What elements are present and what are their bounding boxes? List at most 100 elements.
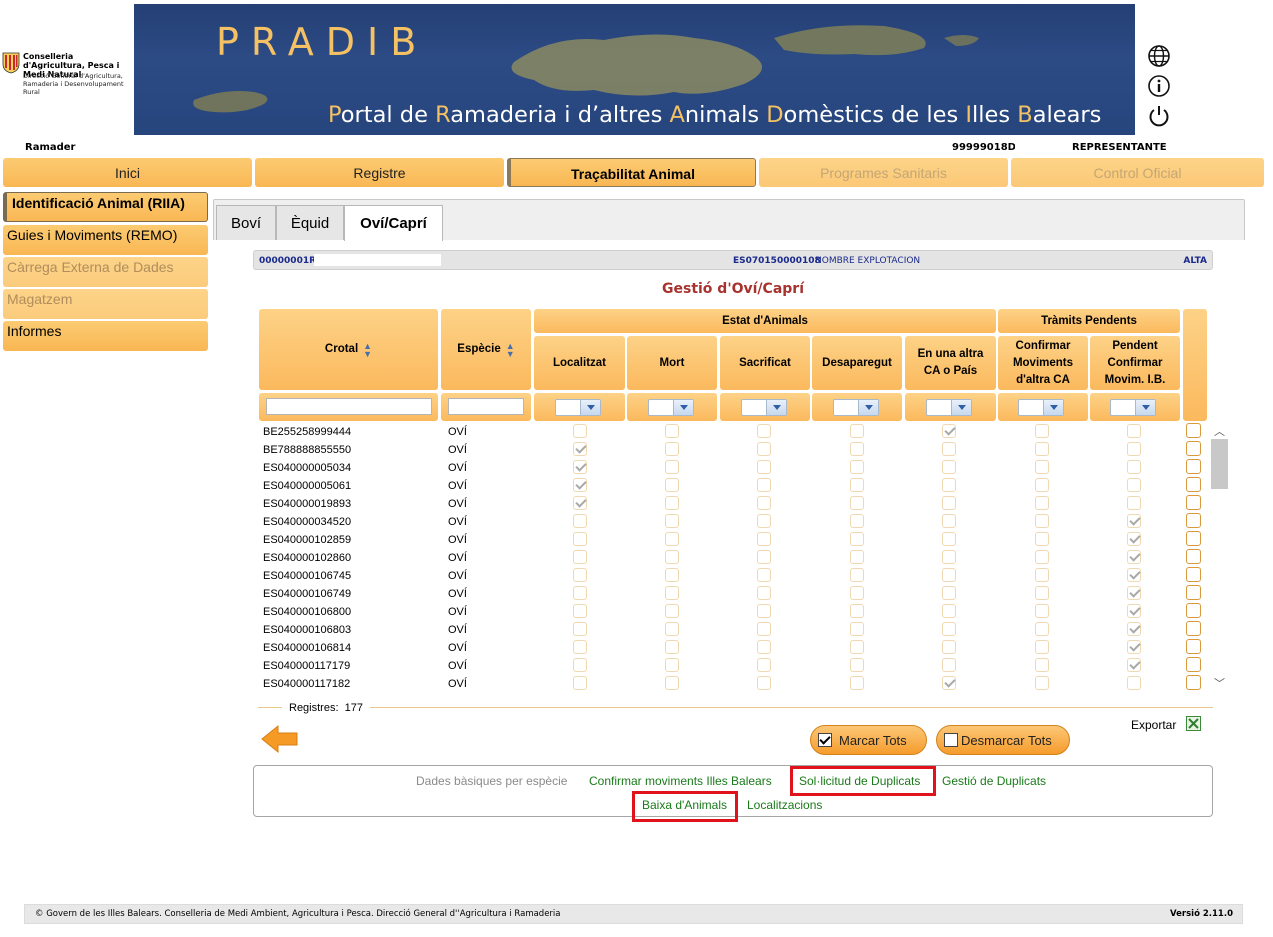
row-status-checkbox bbox=[1035, 478, 1049, 492]
row-status-checkbox bbox=[665, 532, 679, 546]
filter-pendent-select[interactable] bbox=[1110, 399, 1156, 416]
back-arrow-icon[interactable] bbox=[260, 724, 300, 754]
row-select-checkbox[interactable] bbox=[1186, 657, 1201, 672]
sidebar-item-informes[interactable]: Informes bbox=[3, 321, 208, 351]
row-especie: OVÍ bbox=[448, 624, 467, 636]
row-select-checkbox[interactable] bbox=[1186, 513, 1201, 528]
row-status-checkbox bbox=[850, 586, 864, 600]
link-localitzacions[interactable]: Localitzacions bbox=[747, 798, 822, 812]
pradib-banner: PRADIB Portal de Ramaderia i d’altres An… bbox=[134, 4, 1135, 135]
tab-bovi[interactable]: Boví bbox=[216, 205, 276, 240]
row-select-checkbox[interactable] bbox=[1186, 585, 1201, 600]
row-status-checkbox bbox=[850, 640, 864, 654]
row-select-checkbox[interactable] bbox=[1186, 621, 1201, 636]
row-status-checkbox bbox=[1127, 568, 1141, 582]
link-gestio-duplicats[interactable]: Gestió de Duplicats bbox=[942, 774, 1046, 788]
chevron-down-icon bbox=[1043, 400, 1063, 415]
row-select-checkbox[interactable] bbox=[1186, 531, 1201, 546]
sidebar-item-identificacio[interactable]: Identificació Animal (RIIA) bbox=[3, 192, 208, 222]
tab-equid[interactable]: Èquid bbox=[276, 205, 344, 240]
col-header-altra-ca: En una altra CA o País bbox=[905, 336, 996, 390]
user-id: 99999018D - bbox=[952, 142, 1024, 153]
filter-desaparegut-select[interactable] bbox=[833, 399, 879, 416]
row-status-checkbox bbox=[1127, 496, 1141, 510]
link-confirmar-moviments[interactable]: Confirmar moviments Illes Balears bbox=[589, 774, 772, 788]
globe-icon[interactable] bbox=[1147, 44, 1171, 68]
filter-mort-select[interactable] bbox=[648, 399, 694, 416]
row-status-checkbox bbox=[1035, 658, 1049, 672]
filter-confirmar-select[interactable] bbox=[1018, 399, 1064, 416]
exportar-link[interactable]: Exportar bbox=[1131, 718, 1176, 732]
nav-inici[interactable]: Inici bbox=[3, 158, 252, 187]
table-scrollbar[interactable]: ︿ ﹀ bbox=[1211, 423, 1229, 691]
row-status-checkbox bbox=[665, 424, 679, 438]
row-select-checkbox[interactable] bbox=[1186, 549, 1201, 564]
row-select-checkbox[interactable] bbox=[1186, 423, 1201, 438]
sidebar-item-guies[interactable]: Guies i Moviments (REMO) bbox=[3, 225, 208, 255]
filter-sacrificat-select[interactable] bbox=[741, 399, 787, 416]
row-status-checkbox bbox=[1127, 532, 1141, 546]
row-status-checkbox bbox=[1127, 604, 1141, 618]
nav-tracabilitat-animal[interactable]: Traçabilitat Animal bbox=[507, 158, 756, 187]
marcar-tots-button[interactable]: Marcar Tots bbox=[810, 725, 927, 755]
row-status-checkbox bbox=[1127, 676, 1141, 690]
row-select-checkbox[interactable] bbox=[1186, 459, 1201, 474]
nav-registre[interactable]: Registre bbox=[255, 158, 504, 187]
filter-altra-ca-select[interactable] bbox=[926, 399, 972, 416]
registres-divider bbox=[258, 707, 1213, 708]
sidebar-item-magatzem[interactable]: Magatzem bbox=[3, 289, 208, 319]
row-status-checkbox bbox=[850, 514, 864, 528]
row-status-checkbox bbox=[1035, 676, 1049, 690]
actions-links-box: Dades bàsiques per espècie Confirmar mov… bbox=[253, 765, 1213, 822]
nav-control-oficial[interactable]: Control Oficial bbox=[1011, 158, 1264, 187]
scroll-up-icon[interactable]: ︿ bbox=[1214, 423, 1225, 439]
row-status-checkbox bbox=[665, 568, 679, 582]
col-header-sacrificat: Sacrificat bbox=[720, 336, 810, 390]
row-crotal: ES040000102859 bbox=[263, 534, 352, 546]
row-status-checkbox bbox=[573, 478, 587, 492]
row-status-checkbox bbox=[1035, 622, 1049, 636]
col-header-select bbox=[1183, 309, 1207, 421]
owner-name-redacted bbox=[314, 254, 441, 266]
row-status-checkbox bbox=[573, 460, 587, 474]
link-dades-basiques[interactable]: Dades bàsiques per espècie bbox=[416, 774, 567, 788]
row-select-checkbox[interactable] bbox=[1186, 603, 1201, 618]
col-header-crotal[interactable]: Crotal ▲ ▼ bbox=[259, 309, 438, 390]
row-status-checkbox bbox=[665, 442, 679, 456]
owner-code: 00000001R bbox=[259, 256, 317, 266]
scroll-down-icon[interactable]: ﹀ bbox=[1214, 675, 1225, 691]
row-status-checkbox bbox=[850, 442, 864, 456]
row-status-checkbox bbox=[573, 586, 587, 600]
row-select-checkbox[interactable] bbox=[1186, 441, 1201, 456]
tab-ovi-capri[interactable]: Oví/Caprí bbox=[344, 205, 443, 241]
desmarcar-tots-button[interactable]: Desmarcar Tots bbox=[936, 725, 1070, 755]
filter-localitzat-select[interactable] bbox=[555, 399, 601, 416]
col-header-especie[interactable]: Espècie ▲ ▼ bbox=[441, 309, 531, 390]
row-select-checkbox[interactable] bbox=[1186, 495, 1201, 510]
info-icon[interactable] bbox=[1147, 74, 1171, 98]
row-status-checkbox bbox=[757, 514, 771, 528]
row-select-checkbox[interactable] bbox=[1186, 675, 1201, 690]
row-status-checkbox bbox=[573, 604, 587, 618]
row-status-checkbox bbox=[1035, 604, 1049, 618]
sidebar-item-carrega[interactable]: Càrrega Externa de Dades bbox=[3, 257, 208, 287]
row-status-checkbox bbox=[573, 658, 587, 672]
row-select-checkbox[interactable] bbox=[1186, 477, 1201, 492]
nav-programes-sanitaris[interactable]: Programes Sanitaris bbox=[759, 158, 1008, 187]
excel-icon[interactable] bbox=[1186, 716, 1201, 731]
row-status-checkbox bbox=[850, 622, 864, 636]
row-status-checkbox bbox=[1127, 658, 1141, 672]
power-icon[interactable] bbox=[1147, 104, 1171, 128]
row-status-checkbox bbox=[1035, 568, 1049, 582]
row-select-checkbox[interactable] bbox=[1186, 567, 1201, 582]
row-status-checkbox bbox=[665, 676, 679, 690]
row-select-checkbox[interactable] bbox=[1186, 639, 1201, 654]
filter-crotal-input[interactable] bbox=[266, 398, 432, 415]
row-status-checkbox bbox=[665, 460, 679, 474]
scroll-thumb[interactable] bbox=[1211, 439, 1228, 489]
row-especie: OVÍ bbox=[448, 570, 467, 582]
highlight-box bbox=[790, 766, 936, 796]
row-status-checkbox bbox=[757, 460, 771, 474]
row-status-checkbox bbox=[850, 604, 864, 618]
filter-especie-input[interactable] bbox=[448, 398, 524, 415]
